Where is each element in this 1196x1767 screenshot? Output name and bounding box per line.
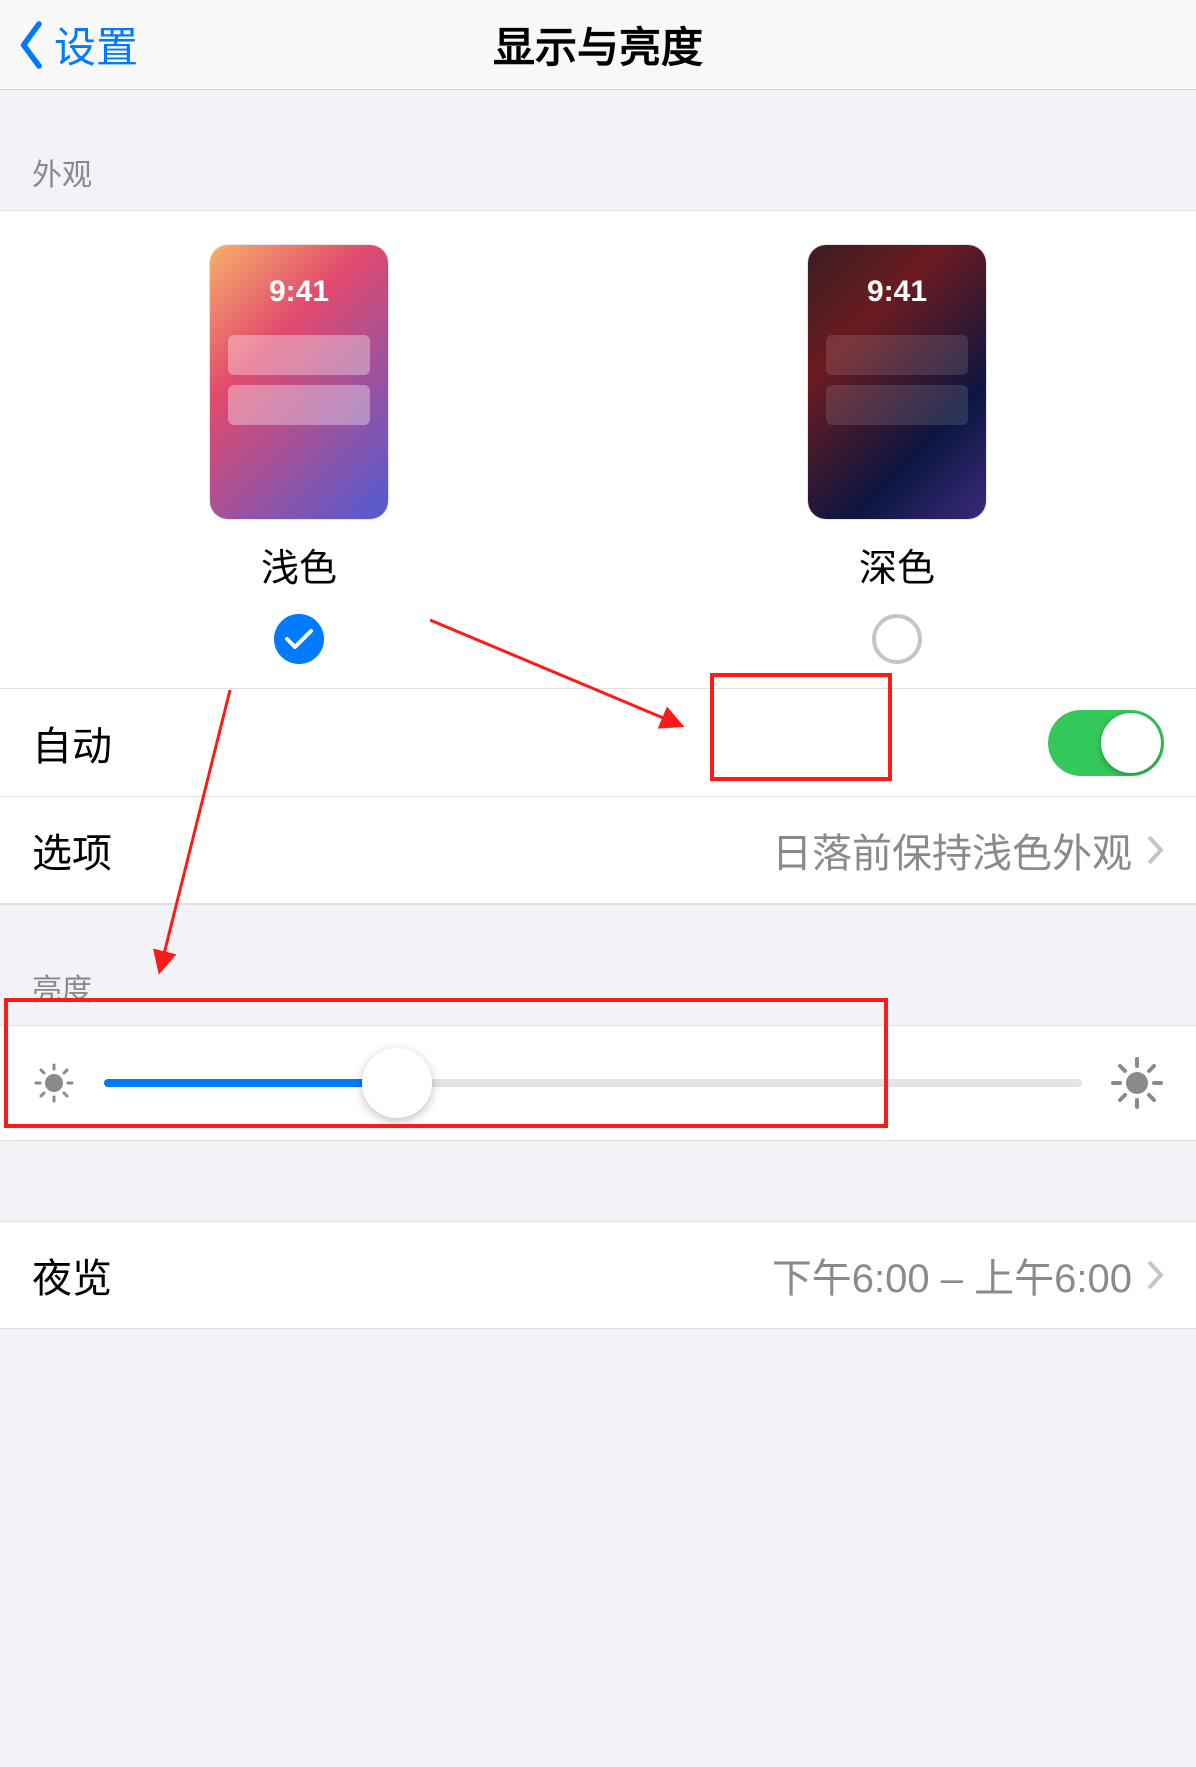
auto-label: 自动 — [32, 714, 112, 772]
appearance-light-label: 浅色 — [261, 537, 337, 592]
preview-widget — [826, 335, 968, 375]
section-header-appearance: 外观 — [0, 90, 1196, 210]
appearance-card: 9:41 浅色 9:41 深色 自动 — [0, 210, 1196, 905]
preview-widget — [228, 385, 370, 425]
brightness-slider-row — [0, 1025, 1196, 1141]
chevron-right-icon — [1146, 1260, 1164, 1290]
appearance-option-light[interactable]: 9:41 浅色 — [210, 245, 388, 664]
toggle-knob — [1101, 713, 1161, 773]
slider-fill — [104, 1079, 397, 1087]
appearance-dark-label: 深色 — [859, 537, 935, 592]
chevron-right-icon — [1146, 835, 1164, 865]
sun-low-icon — [32, 1061, 76, 1105]
night-shift-label: 夜览 — [32, 1246, 112, 1304]
preview-clock: 9:41 — [210, 275, 388, 309]
sun-high-icon — [1110, 1056, 1164, 1110]
night-shift-value: 下午6:00 – 上午6:00 — [772, 1246, 1132, 1304]
preview-widget — [826, 385, 968, 425]
appearance-preview-dark: 9:41 — [808, 245, 986, 519]
options-value: 日落前保持浅色外观 — [772, 821, 1132, 879]
chevron-left-icon — [18, 21, 46, 69]
row-auto: 自动 — [0, 688, 1196, 796]
back-label: 设置 — [54, 14, 138, 75]
back-button[interactable]: 设置 — [0, 14, 138, 75]
brightness-slider[interactable] — [104, 1079, 1082, 1087]
row-options[interactable]: 选项 日落前保持浅色外观 — [0, 796, 1196, 904]
preview-clock: 9:41 — [808, 275, 986, 309]
row-night-shift[interactable]: 夜览 下午6:00 – 上午6:00 — [0, 1221, 1196, 1329]
auto-toggle[interactable] — [1048, 710, 1164, 776]
checkmark-icon — [285, 628, 313, 650]
page-title: 显示与亮度 — [0, 14, 1196, 75]
radio-dark[interactable] — [872, 614, 922, 664]
slider-thumb[interactable] — [362, 1048, 432, 1118]
section-header-brightness: 亮度 — [0, 905, 1196, 1025]
options-label: 选项 — [32, 821, 112, 879]
appearance-preview-light: 9:41 — [210, 245, 388, 519]
preview-widget — [228, 335, 370, 375]
appearance-option-dark[interactable]: 9:41 深色 — [808, 245, 986, 664]
radio-light[interactable] — [274, 614, 324, 664]
nav-header: 设置 显示与亮度 — [0, 0, 1196, 90]
